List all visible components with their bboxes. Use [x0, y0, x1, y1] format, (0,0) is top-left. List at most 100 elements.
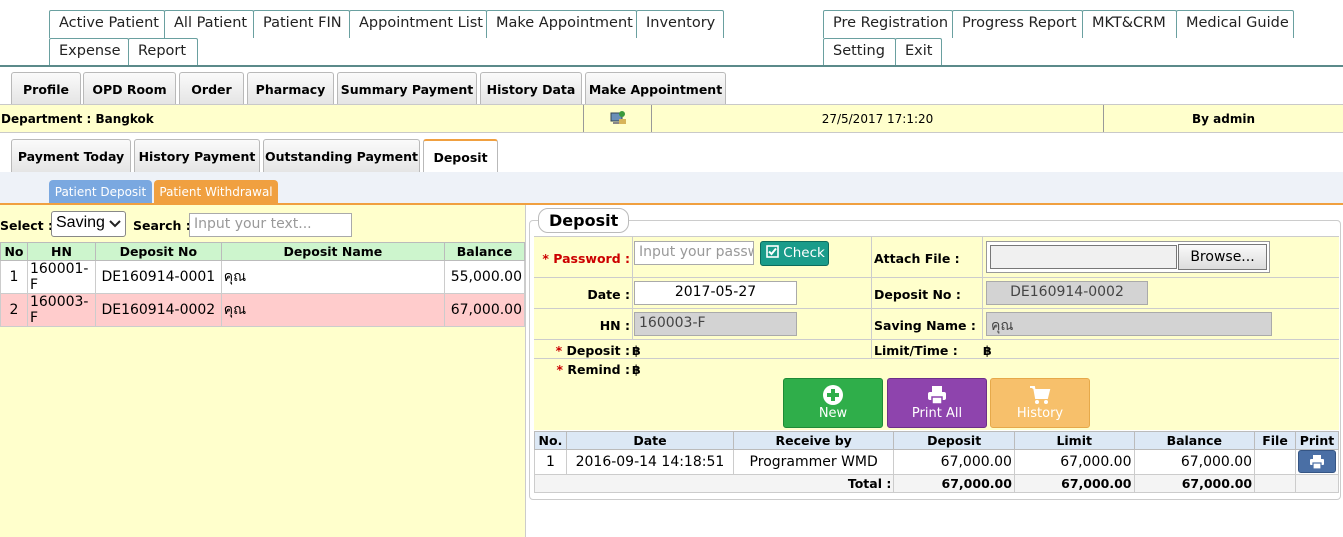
attach-file-label: Attach File : [874, 251, 960, 266]
form-col-divider [632, 236, 633, 340]
form-col-divider [982, 236, 983, 340]
history-button-label: History [1016, 406, 1064, 421]
tab-payment-today[interactable]: Payment Today [11, 139, 131, 173]
check-button[interactable]: Check [760, 241, 829, 266]
deposit-amount-value: ฿ [632, 343, 641, 358]
user-display: By admin [1192, 112, 1255, 126]
print-row-button[interactable] [1297, 450, 1336, 473]
subtab-patient-deposit[interactable]: Patient Deposit [49, 180, 152, 204]
saving-select-value: Saving [56, 214, 105, 231]
menu-report[interactable]: Report [128, 38, 198, 66]
tab-outstanding-payment[interactable]: Outstanding Payment [263, 139, 420, 173]
required-mark: * [542, 251, 549, 266]
cell-no: 2 [0, 293, 28, 327]
tab-pharmacy[interactable]: Pharmacy [247, 72, 334, 105]
checkbox-icon [766, 245, 779, 258]
chevron-down-icon [109, 220, 121, 228]
tab-profile[interactable]: Profile [11, 72, 81, 105]
computer-user-icon[interactable] [609, 109, 627, 127]
menu-make-appointment[interactable]: Make Appointment [486, 10, 637, 38]
print-all-button[interactable]: Print All [887, 378, 987, 428]
saving-name-field: คุณ [986, 312, 1272, 336]
subtab-patient-withdrawal[interactable]: Patient Withdrawal [154, 180, 278, 204]
cell-date: 2016-09-14 14:18:51 [565, 449, 734, 475]
remind-value: ฿ [632, 362, 641, 377]
total-balance: 67,000.00 [1133, 474, 1256, 493]
form-col-divider [871, 236, 872, 359]
file-input[interactable]: Browse... [986, 241, 1270, 273]
tab-opd-room[interactable]: OPD Room [83, 72, 176, 105]
hn-label: HN : [599, 318, 630, 333]
col-date: Date [565, 431, 734, 450]
tab-history-payment[interactable]: History Payment [134, 139, 260, 173]
menu-inventory[interactable]: Inventory [636, 10, 724, 38]
cell-balance: 67,000.00 [1133, 449, 1256, 475]
deposit-no-field: DE160914-0002 [986, 281, 1148, 305]
menu-setting[interactable]: Setting [823, 38, 896, 66]
tab-deposit[interactable]: Deposit [423, 139, 498, 173]
deposit-no-label: Deposit No : [874, 287, 961, 302]
total-label: Total : [533, 474, 895, 493]
cell-print [1294, 449, 1340, 475]
date-label: Date : [587, 287, 630, 302]
table-row[interactable]: 1 2016-09-14 14:18:51 Programmer WMD 67,… [534, 449, 1340, 475]
date-input[interactable]: 2017-05-27 [634, 281, 797, 305]
cell-hn: 160001-F [26, 260, 96, 294]
hn-field: 160003-F [634, 312, 797, 336]
cell-limit: 67,000.00 [1013, 449, 1135, 475]
menu-exit[interactable]: Exit [895, 38, 942, 66]
department-bar: Department : Bangkok 27/5/2017 17:1:20 B… [0, 104, 1343, 133]
remind-label: * Remind : [540, 362, 630, 377]
required-mark: * [555, 343, 563, 358]
col-no: No [0, 242, 28, 261]
new-button[interactable]: New [783, 378, 883, 428]
history-button[interactable]: History [990, 378, 1090, 428]
col-file: File [1254, 431, 1296, 450]
cell-hn: 160003-F [26, 293, 96, 327]
menu-progress-report[interactable]: Progress Report [952, 10, 1083, 38]
deposit-amount-label-text: Deposit : [566, 343, 630, 358]
tab-summary-payment[interactable]: Summary Payment [337, 72, 477, 105]
col-deposit-no: Deposit No [94, 242, 222, 261]
plus-circle-icon [823, 385, 843, 405]
password-input[interactable]: Input your password [634, 241, 754, 265]
tab-make-appointment[interactable]: Make Appointment [585, 72, 726, 105]
cell-no: 1 [0, 260, 28, 294]
cell-deposit-name: คุณ [220, 293, 445, 327]
menu-medical-guide[interactable]: Medical Guide [1176, 10, 1294, 38]
total-file [1254, 474, 1296, 493]
datetime-display: 27/5/2017 17:1:20 [652, 105, 1104, 132]
menu-mkt-crm[interactable]: MKT&CRM [1082, 10, 1177, 38]
menu-patient-fin[interactable]: Patient FIN [253, 10, 350, 38]
table-row[interactable]: 1 160001-F DE160914-0001 คุณ 55,000.00 [0, 260, 526, 294]
tab-history-data[interactable]: History Data [480, 72, 582, 105]
cell-deposit: 67,000.00 [893, 449, 1015, 475]
deposit-history-table: No. Date Receive by Deposit Limit Balanc… [533, 431, 1340, 493]
col-deposit-name: Deposit Name [220, 242, 445, 261]
deposit-list-panel: Select : Saving Search : Input your text… [0, 205, 526, 537]
total-deposit: 67,000.00 [893, 474, 1015, 493]
menu-appointment-list[interactable]: Appointment List [349, 10, 487, 38]
password-label: * Password : [540, 251, 630, 266]
menu-active-patient[interactable]: Active Patient [49, 10, 165, 38]
table-row[interactable]: 2 160003-F DE160914-0002 คุณ 67,000.00 [0, 293, 526, 327]
menu-expense[interactable]: Expense [49, 38, 129, 66]
cell-deposit-no: DE160914-0001 [94, 260, 222, 294]
shopping-cart-icon [1030, 386, 1051, 404]
new-button-label: New [818, 406, 848, 421]
file-path-field[interactable] [990, 245, 1177, 269]
menu-pre-registration[interactable]: Pre Registration [823, 10, 953, 38]
queue-icon-cell[interactable] [584, 105, 652, 132]
search-input[interactable]: Input your text... [189, 213, 352, 237]
tab-order[interactable]: Order [179, 72, 244, 105]
browse-button[interactable]: Browse... [1178, 244, 1267, 270]
saving-select[interactable]: Saving [51, 211, 126, 237]
printer-icon [928, 386, 946, 405]
col-no: No. [534, 431, 567, 450]
cell-deposit-no: DE160914-0002 [94, 293, 222, 327]
cell-balance: 67,000.00 [443, 293, 526, 327]
printer-icon [1309, 455, 1324, 470]
menu-all-patient[interactable]: All Patient [164, 10, 254, 38]
col-balance: Balance [443, 242, 526, 261]
total-limit: 67,000.00 [1013, 474, 1135, 493]
